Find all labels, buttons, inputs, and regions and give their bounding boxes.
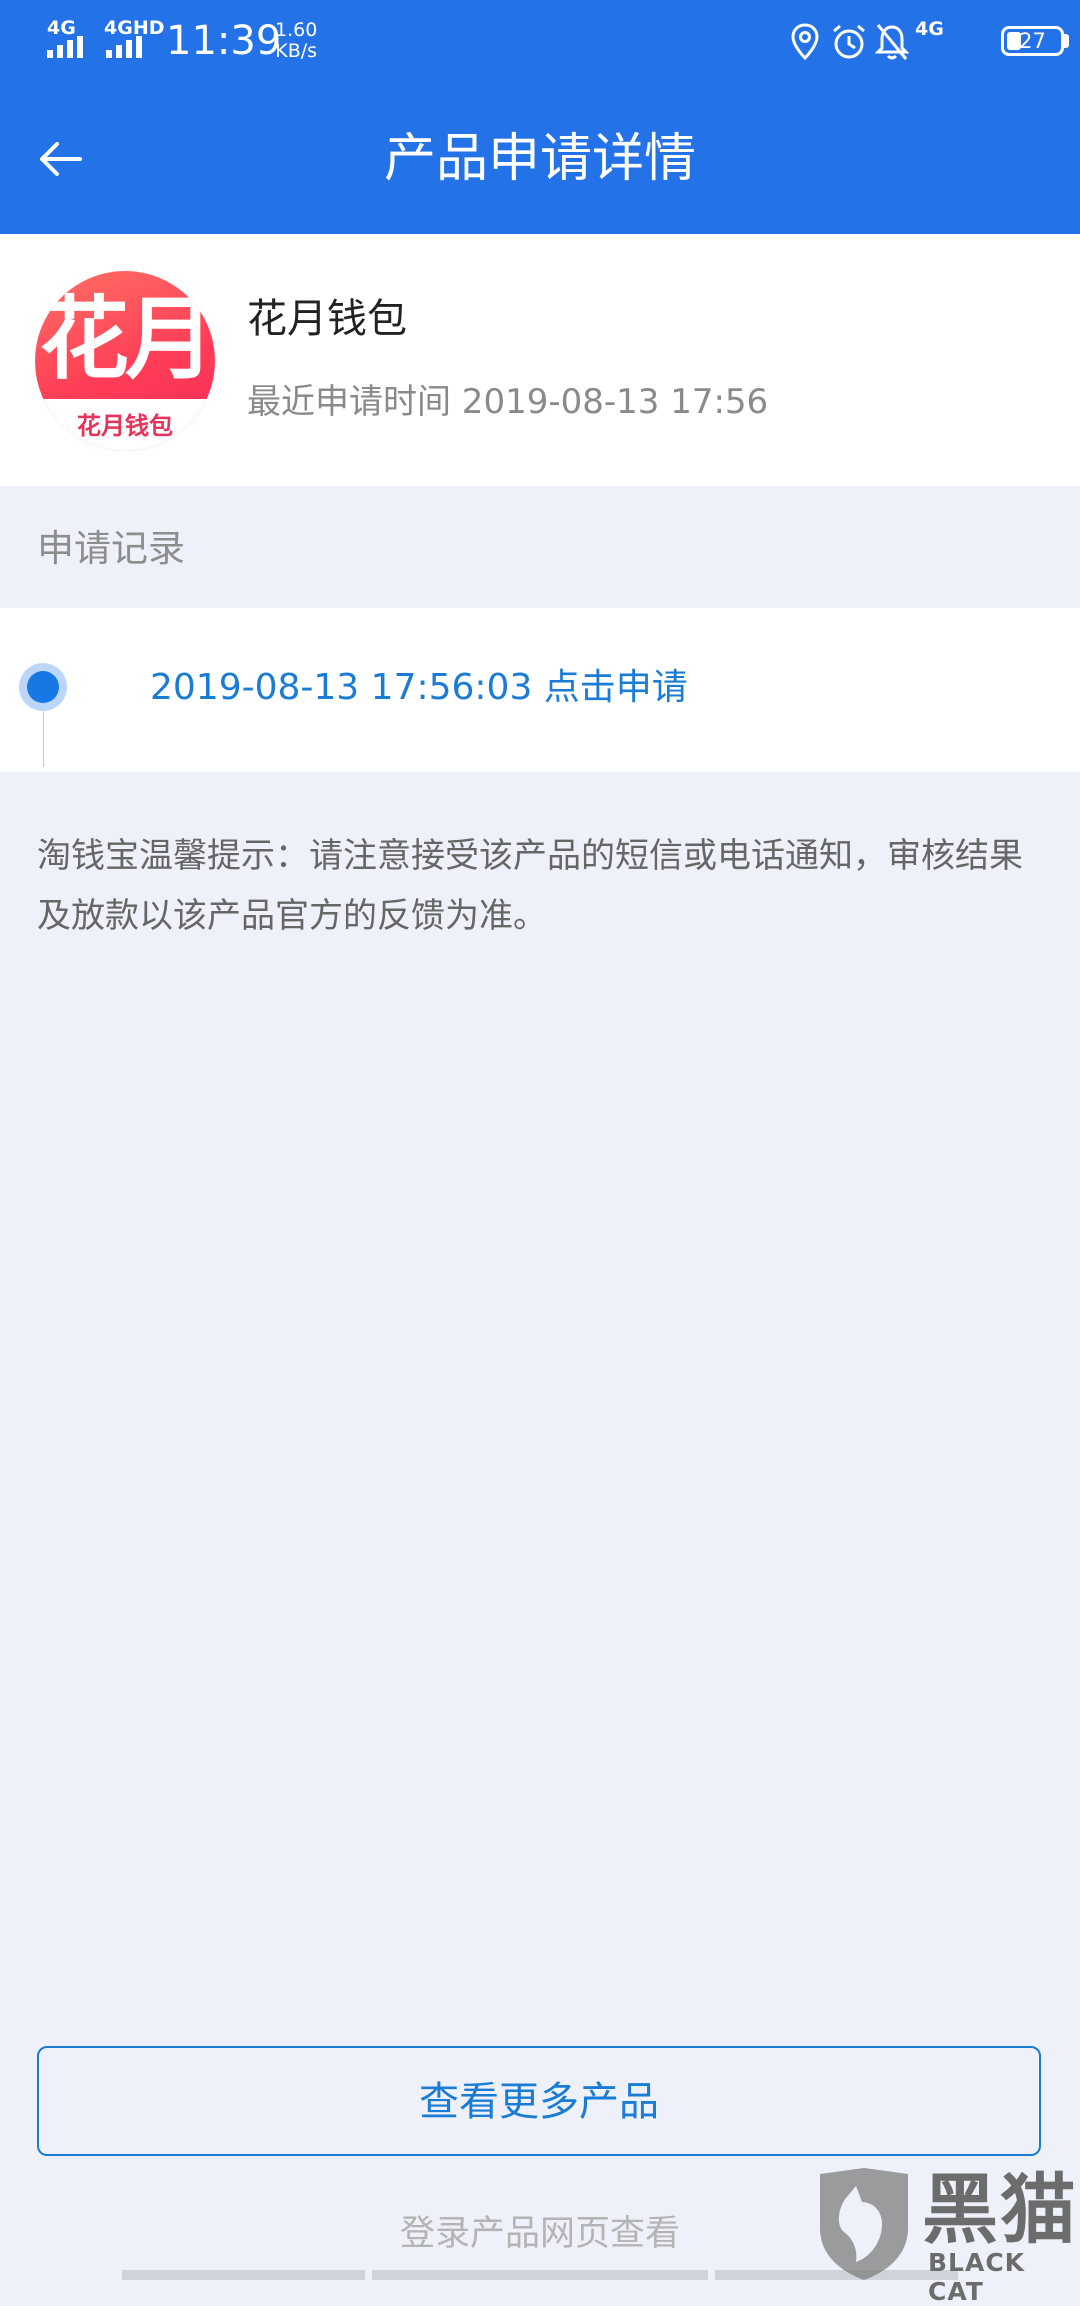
signal-1: 4G bbox=[47, 18, 111, 58]
battery-level: 27 bbox=[1019, 29, 1046, 53]
page-title: 产品申请详情 bbox=[383, 129, 696, 189]
timeline-line bbox=[43, 711, 44, 767]
tab-indicator bbox=[122, 2270, 365, 2280]
network-speed: 1.60 KB/s bbox=[275, 20, 317, 62]
timeline-dot-icon bbox=[27, 671, 59, 703]
speed-unit: KB/s bbox=[275, 40, 318, 62]
watermark-text: 黑猫 bbox=[922, 2165, 1078, 2254]
status-bar: 4G 4GHD 11:39 1.60 KB/s 4G 27 bbox=[0, 0, 1080, 84]
logo-caption: 花月钱包 bbox=[77, 412, 173, 440]
watermark: 黑猫 BLACK CAT bbox=[812, 2165, 1080, 2306]
watermark-sub: BLACK CAT bbox=[928, 2248, 1026, 2306]
app-header: 产品申请详情 bbox=[0, 84, 1080, 234]
product-name: 花月钱包 bbox=[247, 296, 407, 342]
battery-icon: 27 bbox=[1001, 26, 1064, 56]
location-icon bbox=[791, 23, 819, 61]
signal-2: 4GHD bbox=[104, 18, 168, 58]
network-type-2: 4GHD bbox=[104, 17, 165, 39]
status-time: 11:39 bbox=[166, 18, 282, 64]
alarm-icon bbox=[833, 24, 865, 59]
warm-tip: 淘钱宝温馨提示：请注意接受该产品的短信或电话通知，审核结果及放款以该产品官方的反… bbox=[37, 836, 1023, 936]
network-type-1: 4G bbox=[47, 17, 76, 39]
record-item: 2019-08-13 17:56:03 点击申请 bbox=[0, 608, 1080, 772]
view-more-products-button[interactable]: 查看更多产品 bbox=[37, 2046, 1041, 2156]
product-logo: 花月 花月钱包 bbox=[35, 271, 215, 451]
battery-tip bbox=[1064, 34, 1069, 48]
records-section-label: 申请记录 bbox=[37, 527, 185, 570]
cat-shield-icon bbox=[820, 2168, 908, 2280]
product-card: 花月 花月钱包 花月钱包 最近申请时间 2019-08-13 17:56 bbox=[0, 234, 1080, 486]
speed-value: 1.60 bbox=[275, 19, 318, 41]
recent-apply-time: 最近申请时间 2019-08-13 17:56 bbox=[247, 382, 769, 422]
tab-indicator bbox=[372, 2270, 708, 2280]
logo-mark: 花月 bbox=[39, 287, 215, 392]
record-text: 2019-08-13 17:56:03 点击申请 bbox=[150, 667, 688, 708]
network-type-3: 4G bbox=[915, 18, 944, 40]
notifications-off-icon bbox=[875, 24, 909, 60]
